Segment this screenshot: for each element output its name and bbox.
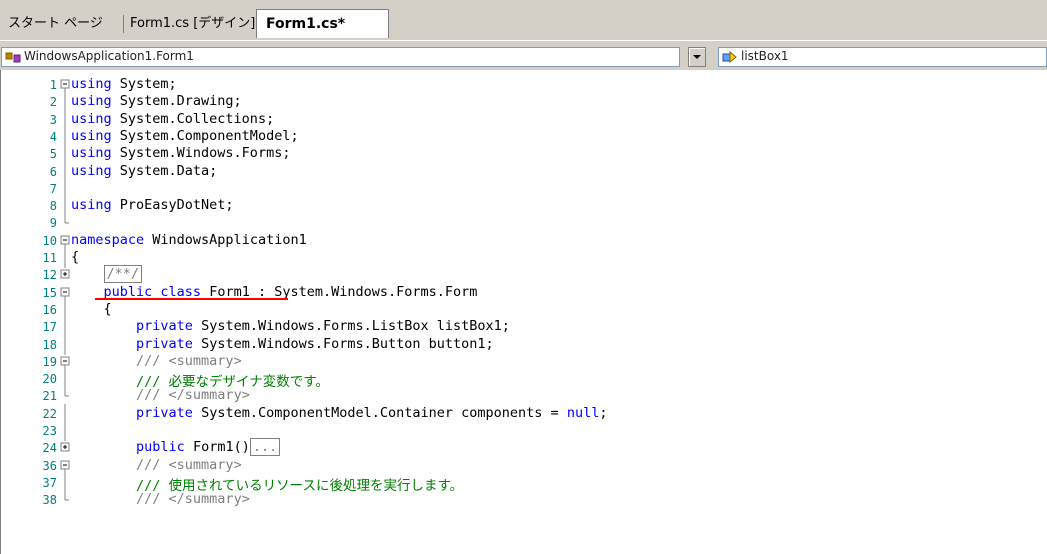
tab-start-page[interactable]: スタート ページ [8, 13, 103, 35]
line-number: 20 [42, 372, 57, 387]
field-icon [722, 51, 737, 63]
line-number: 4 [49, 129, 57, 144]
line-number: 15 [42, 285, 57, 300]
tab-form1-code[interactable]: Form1.cs* [256, 9, 389, 38]
line-number: 16 [42, 302, 57, 317]
code-text: /// <summary> [136, 352, 242, 369]
member-combo-text: listBox1 [741, 49, 789, 63]
code-text: { [71, 249, 80, 265]
line-number: 23 [42, 424, 57, 438]
code-text: /// <summary> [136, 456, 242, 473]
line-number: 11 [42, 251, 57, 265]
line-number: 12 [42, 268, 57, 283]
code-text: /// </summary> [136, 491, 250, 508]
code-text: /**/ [71, 265, 143, 284]
code-text: { [71, 300, 112, 317]
highlight-underline [95, 298, 288, 300]
code-line[interactable]: 38 /// </summary> [1, 490, 1001, 510]
code-text: using System.ComponentModel; [71, 127, 299, 144]
line-number: 37 [42, 475, 57, 490]
line-number: 7 [49, 181, 57, 196]
line-number: 9 [49, 216, 57, 231]
line-number: 22 [42, 406, 57, 421]
tab-form1-code-label: Form1.cs* [266, 16, 346, 32]
code-text: using System.Windows.Forms; [71, 145, 291, 162]
code-text: private System.ComponentModel.Container … [136, 404, 608, 421]
code-editor[interactable]: 1 using System; 2 using System.Drawing; 3 usi… [0, 70, 1047, 554]
tab-separator [123, 15, 124, 33]
code-text: using System.Collections; [71, 110, 275, 127]
line-number: 24 [42, 441, 57, 456]
tab-form1-designer[interactable]: Form1.cs [デザイン]* [130, 13, 262, 35]
line-number: 17 [42, 320, 57, 335]
class-combo-text: WindowsApplication1.Form1 [24, 49, 194, 63]
line-number: 5 [49, 147, 57, 162]
code-text: using System.Drawing; [71, 93, 242, 110]
code-text: using System; [71, 76, 177, 92]
class-icon [5, 52, 21, 63]
code-text: private System.Windows.Forms.ListBox lis… [136, 318, 510, 335]
outline-end [64, 490, 69, 501]
line-number: 21 [42, 389, 57, 404]
line-number: 18 [42, 337, 57, 352]
line-number: 1 [49, 78, 57, 92]
member-combo[interactable]: listBox1 [718, 47, 1047, 67]
code-text: private System.Windows.Forms.Button butt… [136, 335, 494, 352]
code-text: public Form1()... [71, 438, 281, 457]
code-text: using ProEasyDotNet; [71, 197, 234, 214]
class-combo[interactable]: WindowsApplication1.Form1 [1, 47, 680, 67]
line-number: 36 [42, 458, 57, 473]
line-number: 3 [49, 112, 57, 127]
line-number: 10 [42, 233, 57, 248]
document-tab-strip: スタート ページ Form1.cs [デザイン]* Form1.cs* [0, 0, 1047, 40]
code-text: using System.Data; [71, 162, 218, 179]
code-text: namespace WindowsApplication1 [71, 231, 307, 248]
line-number: 19 [42, 354, 57, 369]
class-combo-dropdown-button[interactable] [688, 47, 706, 67]
line-number: 6 [49, 164, 57, 179]
line-number: 38 [42, 493, 57, 508]
navigation-bar: WindowsApplication1.Form1 listBox1 [0, 40, 1047, 71]
line-number: 8 [49, 199, 57, 214]
line-number: 2 [49, 95, 57, 110]
code-text: /// </summary> [136, 387, 250, 404]
